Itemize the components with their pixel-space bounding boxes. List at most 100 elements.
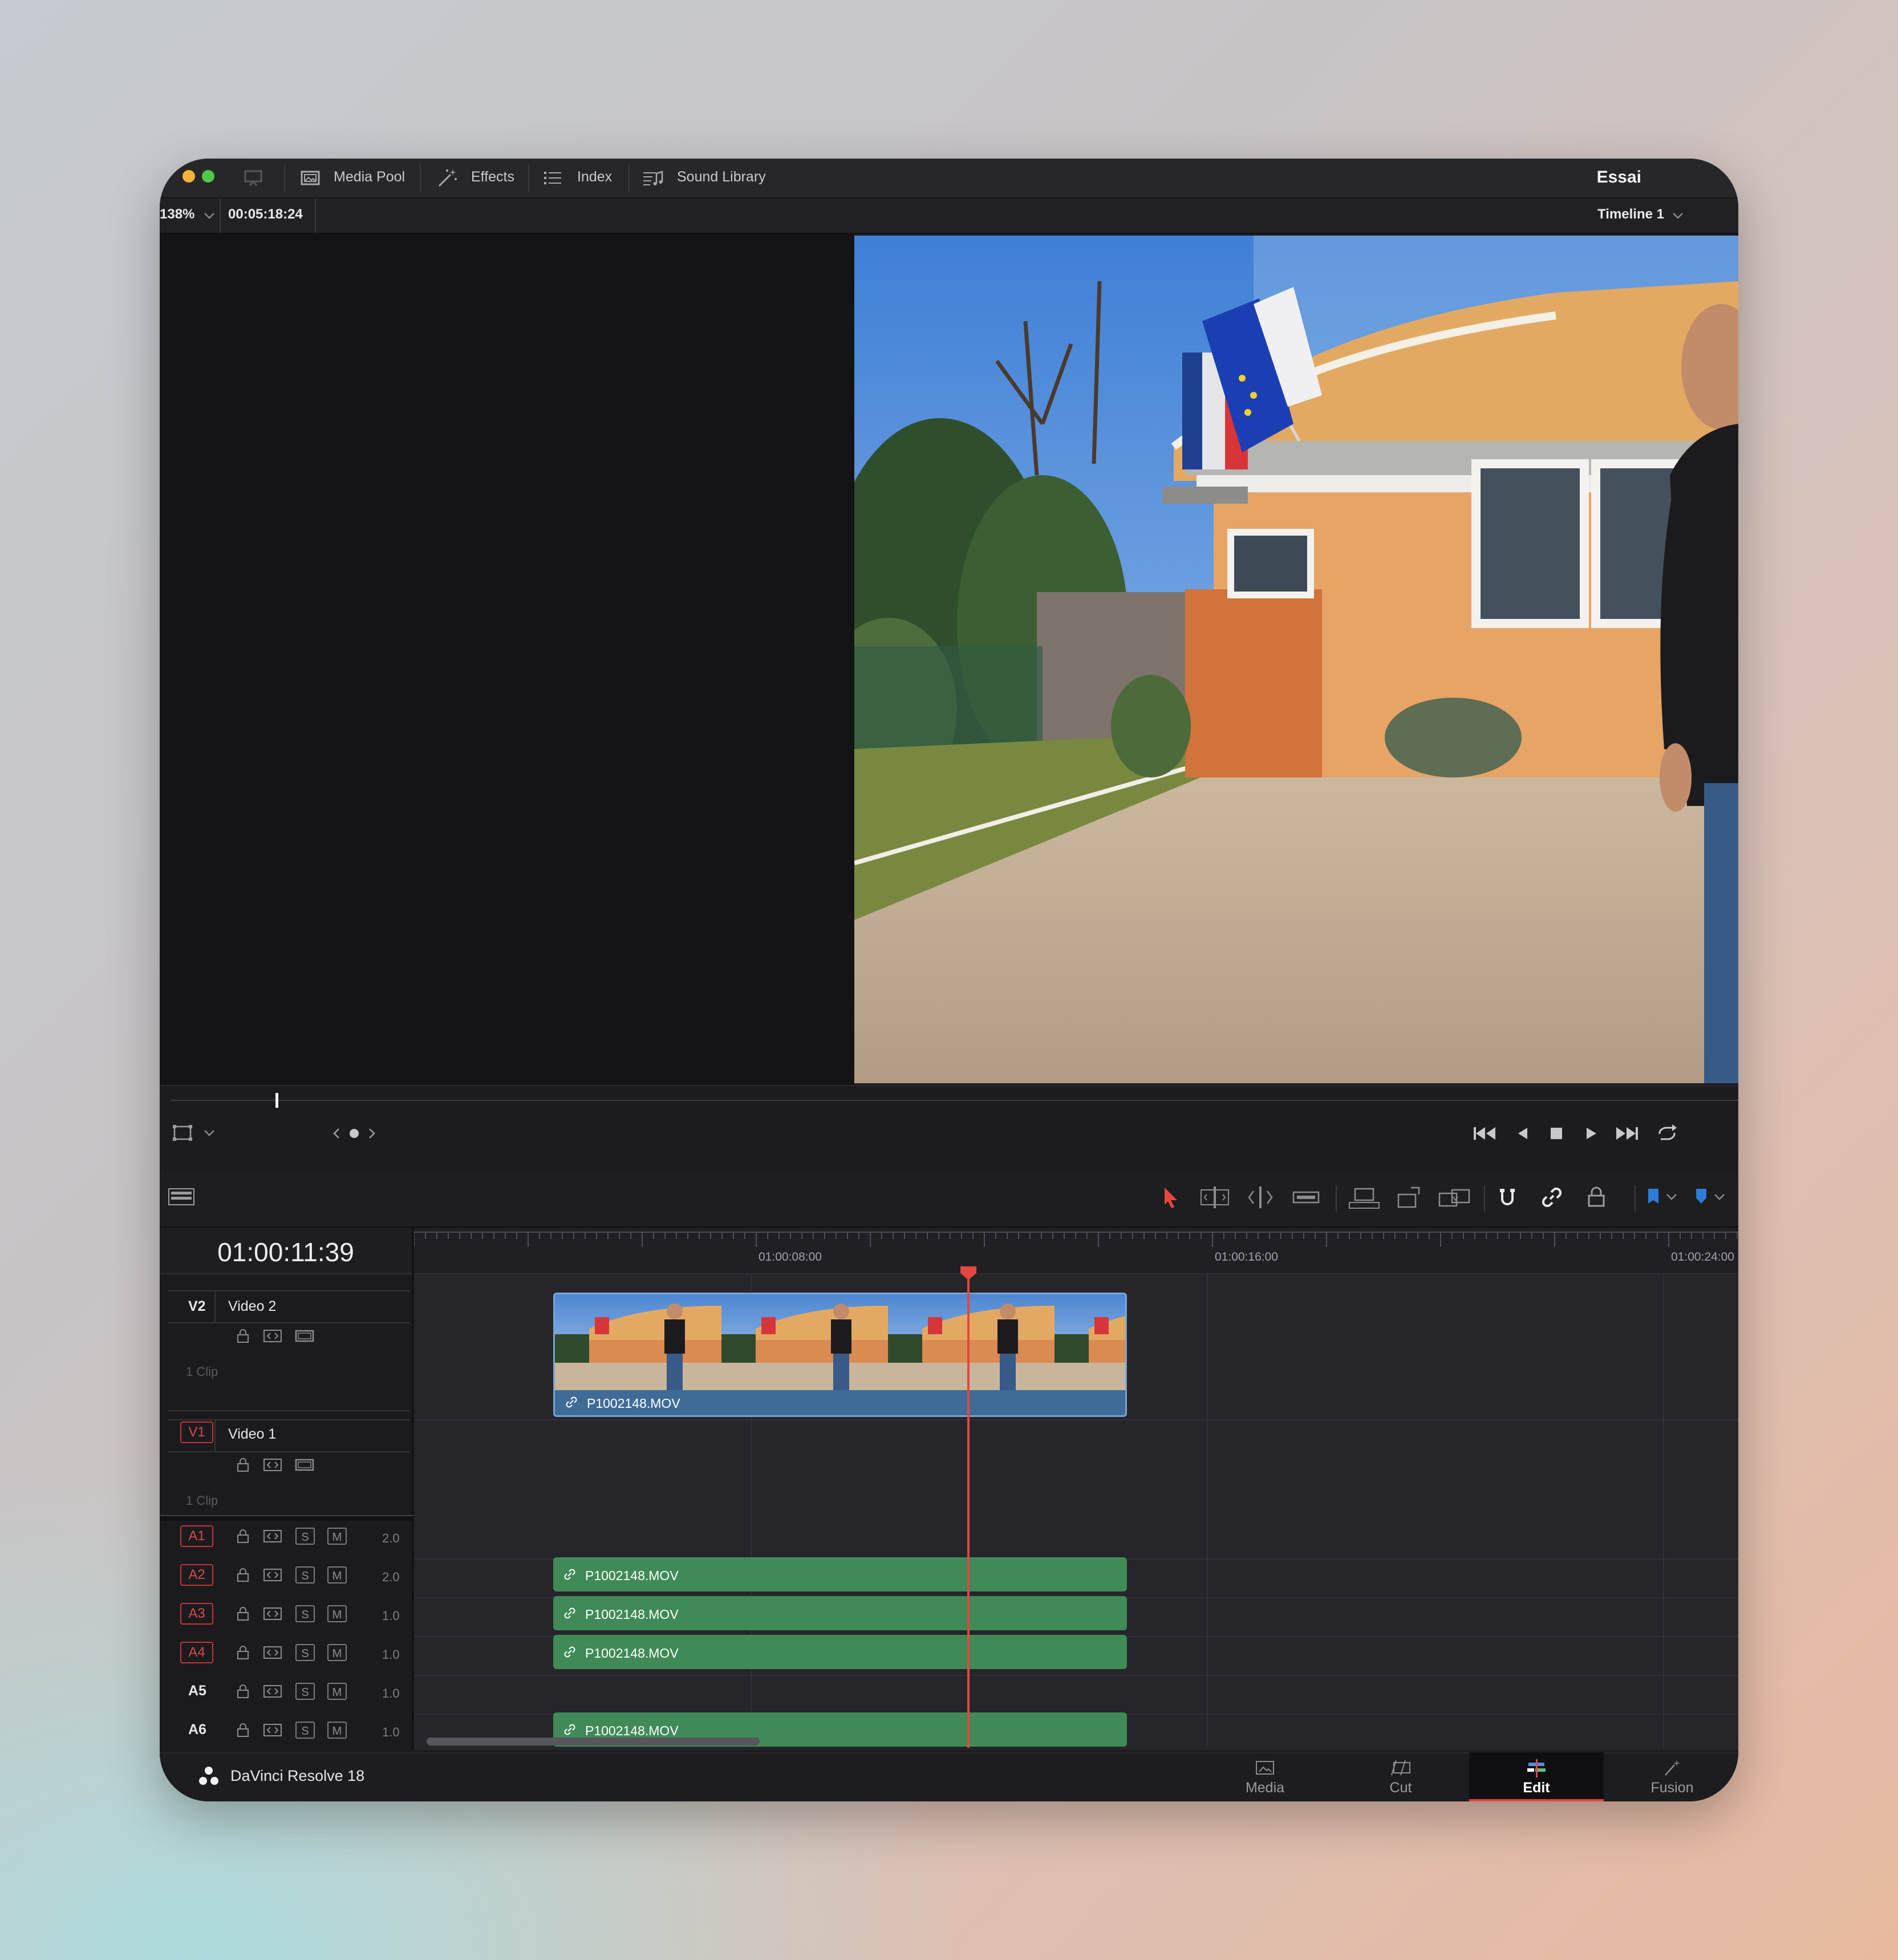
playhead-line[interactable]: [967, 1275, 970, 1748]
media-pool-button[interactable]: Media Pool: [299, 159, 436, 197]
track-id[interactable]: A1: [180, 1525, 213, 1547]
mute-button[interactable]: M: [327, 1566, 347, 1584]
auto-track-icon[interactable]: [262, 1456, 283, 1474]
mute-button[interactable]: M: [327, 1528, 347, 1545]
page-tab-media[interactable]: Media: [1198, 1752, 1332, 1801]
audio-clip-a3[interactable]: P1002148.MOV: [553, 1596, 1127, 1630]
track-id[interactable]: A4: [180, 1642, 213, 1663]
track-video-icon[interactable]: [294, 1327, 315, 1345]
insert-clip-icon[interactable]: [1347, 1185, 1381, 1210]
sound-library-button[interactable]: Sound Library: [642, 159, 790, 197]
timeline-selector[interactable]: Timeline 1: [1597, 206, 1664, 222]
audio-clip-a4[interactable]: P1002148.MOV: [553, 1635, 1127, 1669]
timeline-layout-icon[interactable]: [167, 1185, 196, 1208]
track-id[interactable]: V1: [180, 1422, 213, 1443]
selection-arrow-icon[interactable]: [1159, 1185, 1182, 1209]
mute-button[interactable]: M: [327, 1644, 347, 1661]
track-id[interactable]: A2: [180, 1564, 213, 1586]
lock-icon[interactable]: [234, 1644, 252, 1661]
blade-icon[interactable]: [1289, 1185, 1323, 1209]
track-id[interactable]: A6: [188, 1722, 206, 1738]
solo-button[interactable]: S: [295, 1644, 315, 1661]
go-to-end-icon[interactable]: [1614, 1124, 1640, 1143]
solo-button[interactable]: S: [295, 1722, 315, 1739]
chevron-down-icon[interactable]: [1713, 1192, 1726, 1201]
solo-button[interactable]: S: [295, 1566, 315, 1584]
mute-button[interactable]: M: [327, 1683, 347, 1700]
snapping-icon[interactable]: [1494, 1184, 1520, 1210]
index-button[interactable]: Index: [542, 159, 627, 197]
edit-page-icon: [1527, 1759, 1546, 1777]
timeline-scrollbar[interactable]: [427, 1738, 760, 1746]
channel-format: 1.0: [382, 1725, 400, 1739]
overwrite-clip-icon[interactable]: [1392, 1185, 1426, 1210]
audio-clip-a2[interactable]: P1002148.MOV: [553, 1557, 1127, 1592]
lock-icon[interactable]: [234, 1605, 252, 1622]
media-pool-label: Media Pool: [334, 169, 405, 185]
playhead-handle[interactable]: [959, 1265, 978, 1281]
effects-label: Effects: [471, 169, 514, 185]
divider: [1635, 1185, 1636, 1212]
auto-track-icon[interactable]: [262, 1683, 283, 1700]
lock-icon[interactable]: [234, 1722, 252, 1739]
lock-icon[interactable]: [234, 1327, 252, 1345]
effects-button[interactable]: Effects: [436, 159, 538, 197]
lock-icon[interactable]: [234, 1456, 252, 1474]
dynamic-trim-icon[interactable]: [1243, 1185, 1278, 1209]
page-tab-label: Media: [1245, 1780, 1285, 1796]
crop-icon[interactable]: [171, 1123, 194, 1143]
trim-icon[interactable]: [1198, 1185, 1232, 1209]
chevron-down-icon[interactable]: [1665, 1192, 1678, 1201]
mute-button[interactable]: M: [327, 1605, 347, 1622]
chevron-down-icon[interactable]: [203, 1128, 216, 1137]
effects-wand-icon: [438, 169, 457, 187]
stop-icon[interactable]: [1547, 1124, 1566, 1143]
lock-icon[interactable]: [234, 1683, 252, 1700]
zoom-level[interactable]: 138%: [160, 206, 194, 222]
auto-track-icon[interactable]: [262, 1566, 283, 1584]
mute-button[interactable]: M: [327, 1722, 347, 1739]
media-page-icon: [1256, 1761, 1274, 1775]
track-name[interactable]: Video 2: [228, 1298, 276, 1315]
loop-icon[interactable]: [1654, 1123, 1680, 1144]
track-video-icon[interactable]: [294, 1456, 315, 1474]
video-clip[interactable]: P1002148.MOV: [553, 1293, 1127, 1417]
flag-icon[interactable]: [1646, 1186, 1661, 1207]
solo-button[interactable]: S: [295, 1605, 315, 1622]
marker-icon[interactable]: [1694, 1186, 1709, 1207]
page-tab-edit[interactable]: Edit: [1469, 1752, 1604, 1801]
clip-navigation[interactable]: [331, 1125, 378, 1142]
solo-button[interactable]: S: [295, 1683, 315, 1700]
track-id[interactable]: A3: [180, 1603, 213, 1625]
chevron-down-icon[interactable]: [203, 211, 216, 220]
track-id[interactable]: A5: [188, 1683, 206, 1699]
track-name[interactable]: Video 1: [228, 1426, 276, 1443]
auto-track-icon[interactable]: [262, 1644, 283, 1661]
go-to-start-icon[interactable]: [1471, 1124, 1498, 1143]
chevron-down-icon[interactable]: [1672, 211, 1684, 220]
play-icon[interactable]: [1581, 1124, 1600, 1143]
auto-track-icon[interactable]: [262, 1327, 283, 1345]
scrub-playhead[interactable]: [275, 1093, 278, 1108]
auto-track-icon[interactable]: [262, 1722, 283, 1739]
position-lock-icon[interactable]: [1583, 1184, 1609, 1210]
step-back-icon[interactable]: [1512, 1124, 1532, 1143]
auto-track-icon[interactable]: [262, 1605, 283, 1622]
sound-library-icon: [643, 171, 663, 185]
replace-clip-icon[interactable]: [1436, 1185, 1473, 1210]
solo-button[interactable]: S: [295, 1528, 315, 1545]
link-icon: [564, 1607, 575, 1619]
lock-icon[interactable]: [234, 1528, 252, 1545]
page-tab-fusion[interactable]: Fusion: [1605, 1752, 1738, 1801]
clip-count: 1 Clip: [186, 1493, 218, 1508]
lock-icon[interactable]: [234, 1566, 252, 1584]
display-icon[interactable]: [242, 167, 265, 189]
auto-track-icon[interactable]: [262, 1528, 283, 1545]
track-id[interactable]: V2: [188, 1298, 206, 1315]
scrub-track[interactable]: [170, 1100, 1738, 1101]
page-tab-cut[interactable]: Cut: [1333, 1752, 1468, 1801]
minimize-traffic-light[interactable]: [182, 170, 195, 183]
zoom-traffic-light[interactable]: [202, 170, 214, 183]
channel-format: 1.0: [382, 1686, 400, 1700]
linked-selection-icon[interactable]: [1539, 1184, 1565, 1210]
